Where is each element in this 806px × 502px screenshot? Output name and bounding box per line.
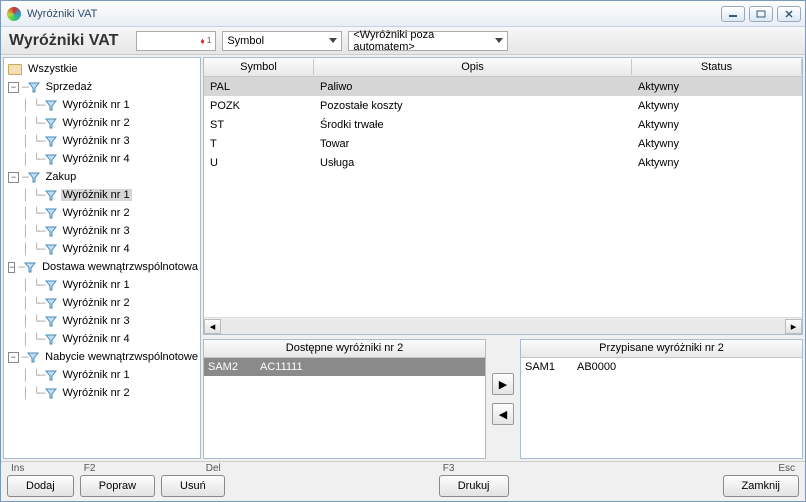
tree-group[interactable]: −─Zakup (4, 168, 200, 186)
close-button[interactable] (777, 6, 801, 22)
scroll-right-icon[interactable]: ▸ (785, 319, 802, 334)
tree-item[interactable]: │ └─Wyróżnik nr 1 (4, 96, 200, 114)
funnel-icon (45, 154, 57, 165)
table-row[interactable]: TTowarAktywny (204, 134, 802, 153)
funnel-icon (45, 118, 57, 129)
scroll-left-icon[interactable]: ◂ (204, 319, 221, 334)
sort-field-label: Symbol (227, 35, 264, 47)
funnel-icon (45, 136, 57, 147)
tree-item[interactable]: │ └─Wyróżnik nr 2 (4, 294, 200, 312)
tree-item[interactable]: │ └─Wyróżnik nr 3 (4, 222, 200, 240)
funnel-icon (45, 190, 57, 201)
collapse-icon[interactable]: − (8, 82, 19, 93)
footer: InsDodaj F2Popraw DelUsuń F3Drukuj EscZa… (1, 461, 805, 501)
tree-group[interactable]: −─Dostawa wewnątrzwspólnotowa (4, 258, 200, 276)
assigned-title: Przypisane wyróżniki nr 2 (521, 340, 802, 358)
collapse-icon[interactable]: − (8, 352, 19, 363)
move-left-button[interactable]: ◀ (492, 403, 514, 425)
chevron-down-icon (329, 38, 337, 43)
table-row[interactable]: UUsługaAktywny (204, 153, 802, 172)
window: Wyróżniki VAT Wyróżniki VAT ♦ 1 Symbol <… (0, 0, 806, 502)
hint-ins: Ins (7, 463, 24, 475)
funnel-icon (45, 316, 57, 327)
grid-header-opis[interactable]: Opis (314, 59, 632, 75)
sort-toggle[interactable]: ♦ 1 (136, 31, 216, 51)
table-row[interactable]: STŚrodki trwałeAktywny (204, 115, 802, 134)
hint-del: Del (206, 463, 225, 475)
minimize-button[interactable] (721, 6, 745, 22)
hint-f2: F2 (80, 463, 96, 475)
funnel-icon (45, 370, 57, 381)
funnel-icon (45, 280, 57, 291)
tree-item[interactable]: │ └─Wyróżnik nr 1 (4, 186, 200, 204)
table-row[interactable]: POZKPozostałe kosztyAktywny (204, 96, 802, 115)
sort-icon: ♦ (200, 36, 205, 46)
hint-esc: Esc (778, 463, 799, 475)
delete-button[interactable]: Usuń (161, 475, 225, 497)
sort-field-select[interactable]: Symbol (222, 31, 342, 51)
tree-group[interactable]: −─Sprzedaż (4, 78, 200, 96)
hint-f3: F3 (439, 463, 455, 475)
move-right-button[interactable]: ▶ (492, 373, 514, 395)
main-grid[interactable]: Symbol Opis Status PALPaliwoAktywnyPOZKP… (203, 57, 803, 335)
collapse-icon[interactable]: − (8, 262, 15, 273)
list-item[interactable]: SAM1AB0000 (521, 358, 802, 376)
window-title: Wyróżniki VAT (27, 8, 717, 20)
funnel-icon (45, 226, 57, 237)
toolbar: Wyróżniki VAT ♦ 1 Symbol <Wyróżniki poza… (1, 27, 805, 55)
grid-header-symbol[interactable]: Symbol (204, 59, 314, 75)
available-panel[interactable]: Dostępne wyróżniki nr 2 SAM2AC11111 (203, 339, 486, 459)
funnel-icon (45, 244, 57, 255)
category-tree[interactable]: Wszystkie−─Sprzedaż│ └─Wyróżnik nr 1│ └─… (3, 57, 201, 459)
tree-item[interactable]: │ └─Wyróżnik nr 2 (4, 114, 200, 132)
maximize-button[interactable] (749, 6, 773, 22)
funnel-icon (45, 388, 57, 399)
add-button[interactable]: Dodaj (7, 475, 74, 497)
tree-root[interactable]: Wszystkie (4, 60, 200, 78)
sort-num-icon: 1 (207, 36, 211, 45)
titlebar: Wyróżniki VAT (1, 1, 805, 27)
tree-item[interactable]: │ └─Wyróżnik nr 1 (4, 366, 200, 384)
funnel-icon (45, 100, 57, 111)
table-row[interactable]: PALPaliwoAktywny (204, 77, 802, 96)
funnel-icon (28, 172, 40, 183)
tree-item[interactable]: │ └─Wyróżnik nr 4 (4, 150, 200, 168)
tree-group[interactable]: −─Nabycie wewnątrzwspólnotowe (4, 348, 200, 366)
tree-item[interactable]: │ └─Wyróżnik nr 3 (4, 312, 200, 330)
print-button[interactable]: Drukuj (439, 475, 509, 497)
tree-item[interactable]: │ └─Wyróżnik nr 1 (4, 276, 200, 294)
funnel-icon (45, 208, 57, 219)
grid-header-status[interactable]: Status (632, 59, 802, 75)
tree-item[interactable]: │ └─Wyróżnik nr 2 (4, 384, 200, 402)
funnel-icon (27, 352, 39, 363)
tree-item[interactable]: │ └─Wyróżnik nr 2 (4, 204, 200, 222)
list-item[interactable]: SAM2AC11111 (204, 358, 485, 376)
tree-item[interactable]: │ └─Wyróżnik nr 3 (4, 132, 200, 150)
assigned-panel[interactable]: Przypisane wyróżniki nr 2 SAM1AB0000 (520, 339, 803, 459)
folder-icon (8, 64, 22, 75)
chevron-down-icon (495, 38, 503, 43)
tree-item[interactable]: │ └─Wyróżnik nr 4 (4, 330, 200, 348)
filter-label: <Wyróżniki poza automatem> (353, 29, 495, 53)
tree-item[interactable]: │ └─Wyróżnik nr 4 (4, 240, 200, 258)
horizontal-scrollbar[interactable]: ◂ ▸ (204, 317, 802, 334)
app-icon (7, 7, 21, 21)
close-button-footer[interactable]: Zamknij (723, 475, 800, 497)
funnel-icon (24, 262, 36, 273)
edit-button[interactable]: Popraw (80, 475, 155, 497)
funnel-icon (45, 298, 57, 309)
funnel-icon (28, 82, 40, 93)
filter-select[interactable]: <Wyróżniki poza automatem> (348, 31, 508, 51)
page-title: Wyróżniki VAT (9, 32, 130, 50)
funnel-icon (45, 334, 57, 345)
available-title: Dostępne wyróżniki nr 2 (204, 340, 485, 358)
collapse-icon[interactable]: − (8, 172, 19, 183)
